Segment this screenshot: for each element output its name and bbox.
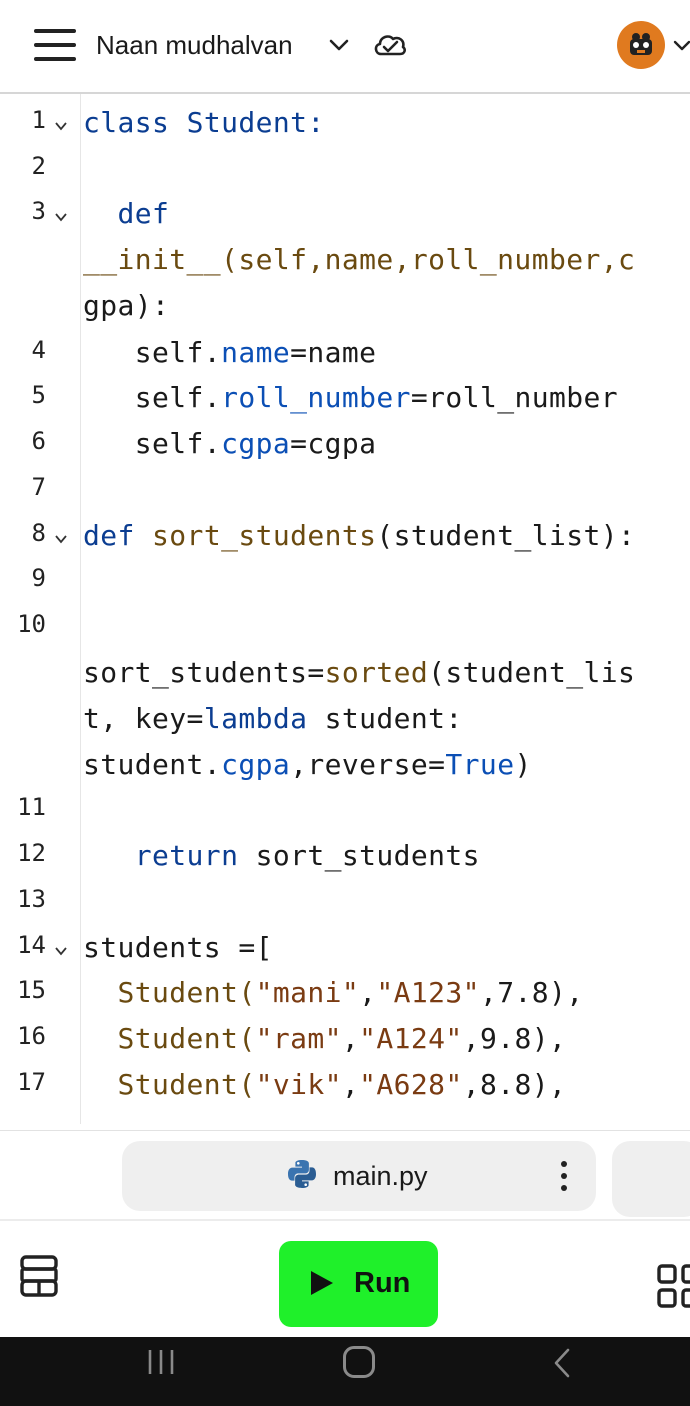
line-number: 11 — [17, 793, 46, 821]
tab-main-py[interactable]: main.py — [122, 1141, 596, 1211]
line-number: 13 — [17, 885, 46, 913]
code-line: class Student: — [83, 106, 325, 139]
code-line: students =[ — [83, 931, 273, 964]
code-line: def sort_students(student_list): — [83, 519, 636, 552]
line-number: 1 — [31, 106, 46, 134]
fold-chevron-icon[interactable] — [54, 119, 68, 133]
code-line: sort_students=sorted(student_lis — [83, 656, 636, 689]
run-label: Run — [354, 1267, 411, 1299]
code-line: __init__(self,name,roll_number,c — [83, 243, 636, 276]
cloud-check-icon[interactable] — [372, 30, 408, 60]
back-icon[interactable] — [552, 1348, 572, 1378]
line-number: 12 — [17, 839, 46, 867]
user-avatar-icon[interactable] — [617, 21, 665, 69]
grid-icon[interactable] — [656, 1263, 690, 1311]
fold-chevron-icon[interactable] — [54, 210, 68, 224]
line-number: 17 — [17, 1068, 46, 1096]
fold-chevron-icon[interactable] — [54, 532, 68, 546]
line-number: 10 — [17, 610, 46, 638]
code-editor[interactable]: 1 2 3 4 5 6 7 8 9 10 11 12 13 14 15 16 1… — [0, 94, 690, 1124]
code-line: Student("vik","A628",8.8), — [117, 1068, 567, 1101]
line-number: 7 — [31, 473, 46, 501]
app-header: Naan mudhalvan — [0, 0, 690, 94]
bottom-toolbar: Run — [0, 1219, 690, 1339]
code-line: def — [117, 197, 170, 230]
code-line: student.cgpa,reverse=True) — [83, 748, 532, 781]
line-number: 15 — [17, 976, 46, 1004]
chevron-down-icon[interactable] — [672, 34, 690, 56]
code-line: t, key=lambda student: — [83, 702, 463, 735]
code-line: gpa): — [83, 289, 170, 322]
run-button[interactable]: Run — [279, 1241, 438, 1327]
python-icon — [288, 1160, 316, 1188]
hamburger-menu-icon[interactable] — [34, 29, 76, 61]
home-icon[interactable] — [343, 1346, 375, 1378]
gutter-divider — [80, 94, 81, 1124]
line-number: 16 — [17, 1022, 46, 1050]
code-line: self.roll_number=roll_number — [134, 381, 619, 414]
code-line: Student("ram","A124",9.8), — [117, 1022, 567, 1055]
line-number: 4 — [31, 336, 46, 364]
kebab-menu-icon[interactable] — [560, 1161, 568, 1191]
line-number: 8 — [31, 519, 46, 547]
code-line: self.cgpa=cgpa — [134, 427, 377, 460]
line-number: 5 — [31, 381, 46, 409]
fold-chevron-icon[interactable] — [54, 944, 68, 958]
line-number: 14 — [17, 931, 46, 959]
play-icon — [311, 1271, 333, 1295]
line-number: 3 — [31, 197, 46, 225]
chevron-down-icon[interactable] — [328, 34, 350, 56]
layers-icon[interactable] — [18, 1255, 62, 1299]
line-number: 9 — [31, 564, 46, 592]
add-tab-button[interactable] — [612, 1141, 690, 1217]
project-title[interactable]: Naan mudhalvan — [96, 30, 293, 61]
system-nav-bar — [0, 1337, 690, 1406]
recents-icon[interactable] — [146, 1348, 176, 1376]
file-tab-bar: main.py — [0, 1130, 690, 1219]
code-line: return sort_students — [134, 839, 480, 872]
active-file-name: main.py — [333, 1161, 428, 1191]
code-line: self.name=name — [134, 336, 377, 369]
line-number: 6 — [31, 427, 46, 455]
code-line: Student("mani","A123",7.8), — [117, 976, 584, 1009]
line-number: 2 — [31, 152, 46, 180]
